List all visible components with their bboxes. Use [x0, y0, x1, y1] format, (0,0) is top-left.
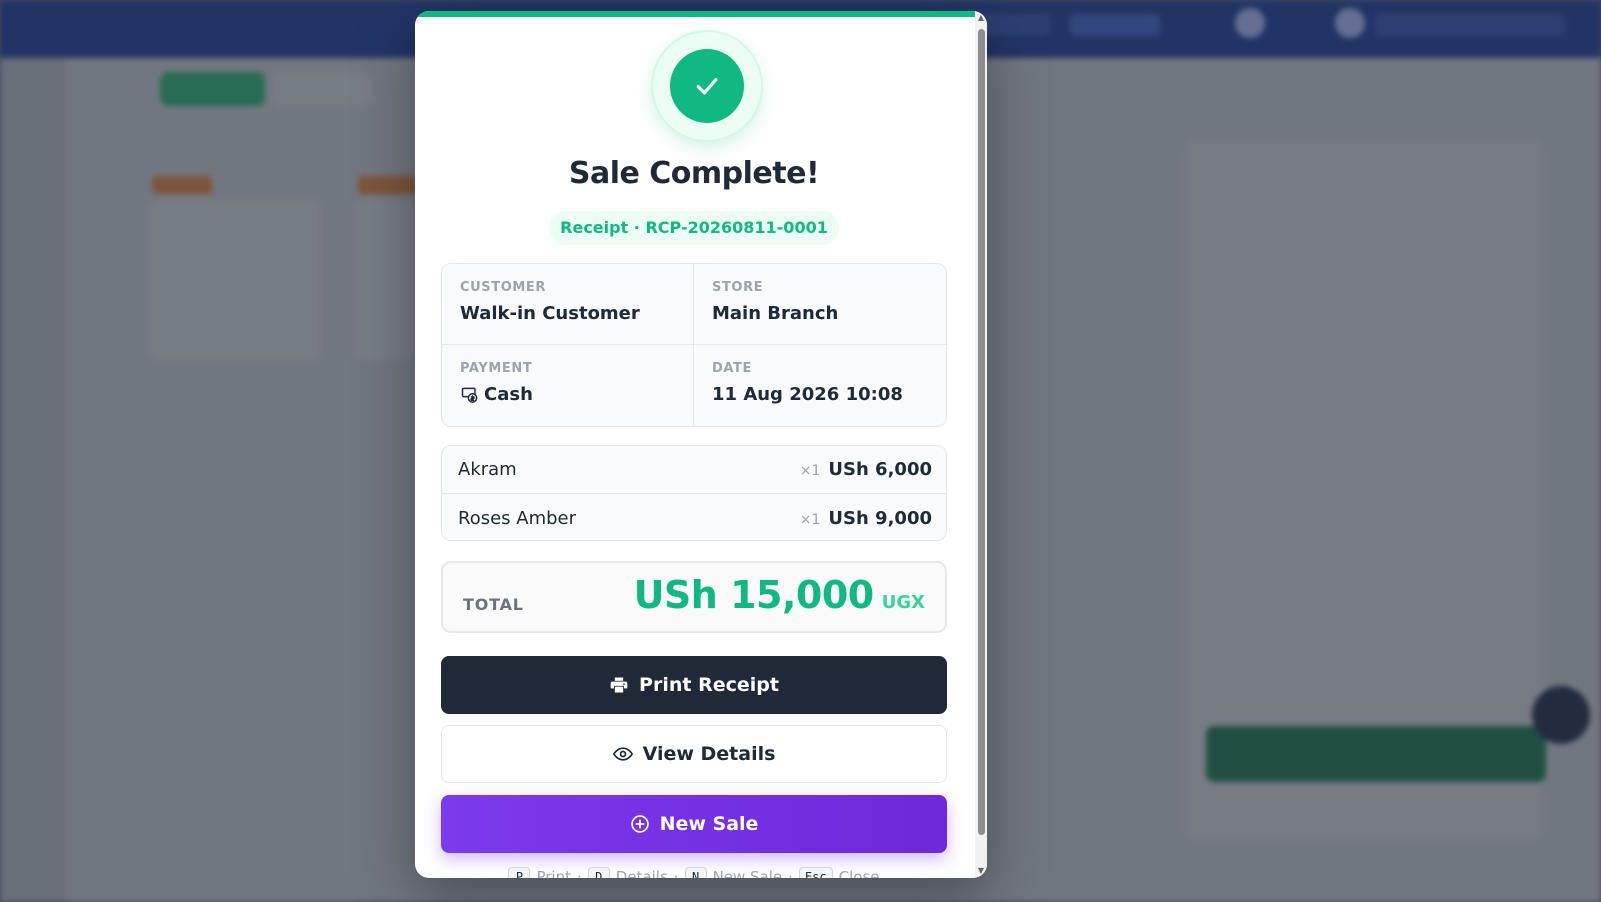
item-amount: ×1 USh 6,000 — [800, 459, 932, 480]
date-label: DATE — [712, 361, 752, 376]
separator: · — [673, 868, 679, 878]
customer-label: CUSTOMER — [460, 280, 547, 295]
shortcut-key: N — [684, 867, 707, 878]
modal-accent-bar — [415, 11, 975, 17]
sale-items-list: Akram ×1 USh 6,000 Roses Amber ×1 USh 9,… — [441, 445, 947, 541]
separator: · — [576, 868, 582, 878]
shortcut-key: P — [508, 867, 531, 878]
item-name: Akram — [458, 459, 517, 480]
new-sale-button[interactable]: New Sale — [441, 795, 947, 853]
payment-label: PAYMENT — [460, 361, 533, 376]
sale-complete-modal: Sale Complete! Receipt · RCP-20260811-00… — [415, 11, 987, 878]
item-price: USh 6,000 — [828, 459, 932, 480]
shortcut-label: Details — [615, 868, 668, 878]
total-box: TOTAL USh 15,000 UGX — [441, 561, 947, 633]
success-circle — [670, 49, 744, 123]
store-label: STORE — [712, 280, 764, 295]
scroll-down-icon[interactable]: ▼ — [975, 864, 987, 878]
store-cell: STORE Main Branch — [694, 264, 946, 345]
list-item: Roses Amber ×1 USh 9,000 — [442, 494, 946, 540]
success-badge — [651, 30, 763, 142]
item-amount: ×1 USh 9,000 — [800, 508, 932, 529]
view-details-label: View Details — [642, 743, 776, 765]
date-value: 11 Aug 2026 10:08 — [712, 384, 903, 405]
item-qty: ×1 — [799, 463, 821, 479]
customer-cell: CUSTOMER Walk-in Customer — [442, 264, 694, 345]
date-cell: DATE 11 Aug 2026 10:08 — [694, 345, 946, 426]
modal-scrollbar[interactable]: ▲ ▼ — [975, 11, 987, 878]
total-value: USh 15,000 UGX — [634, 573, 925, 617]
view-details-button[interactable]: View Details — [441, 725, 947, 783]
shortcut-key: Esc — [798, 867, 833, 878]
payment-value: Cash — [484, 384, 533, 405]
plus-circle-icon — [630, 815, 649, 833]
scrollbar-thumb[interactable] — [978, 29, 985, 835]
store-value: Main Branch — [712, 303, 839, 324]
payment-value-row: Cash — [460, 384, 693, 405]
check-icon — [696, 78, 718, 95]
payment-cell: PAYMENT Cash — [442, 345, 694, 426]
total-currency: UGX — [881, 592, 925, 613]
print-receipt-label: Print Receipt — [639, 674, 779, 696]
item-price: USh 9,000 — [828, 507, 932, 529]
print-receipt-button[interactable]: Print Receipt — [441, 656, 947, 714]
keyboard-shortcuts: P Print · D Details · N New Sale · Esc C… — [441, 867, 947, 878]
new-sale-label: New Sale — [659, 813, 759, 835]
printer-icon — [610, 677, 628, 693]
shortcut-label: New Sale — [712, 868, 783, 878]
separator: · — [788, 868, 793, 878]
modal-title: Sale Complete! — [568, 156, 820, 191]
cash-icon — [461, 387, 478, 403]
receipt-number-badge: Receipt · RCP-20260811-0001 — [549, 211, 839, 245]
shortcut-key: D — [587, 867, 610, 878]
shortcut-label: Print — [536, 868, 571, 878]
item-qty: ×1 — [799, 511, 821, 528]
item-name: Roses Amber — [458, 507, 577, 529]
sale-info-grid: CUSTOMER Walk-in Customer STORE Main Bra… — [441, 263, 947, 427]
total-amount: USh 15,000 — [633, 573, 875, 617]
list-item: Akram ×1 USh 6,000 — [442, 446, 946, 494]
scroll-up-icon[interactable]: ▲ — [975, 11, 987, 25]
shortcut-label: Close — [838, 868, 880, 878]
total-label: TOTAL — [463, 595, 524, 614]
eye-icon — [612, 747, 633, 761]
customer-value: Walk-in Customer — [460, 303, 640, 324]
